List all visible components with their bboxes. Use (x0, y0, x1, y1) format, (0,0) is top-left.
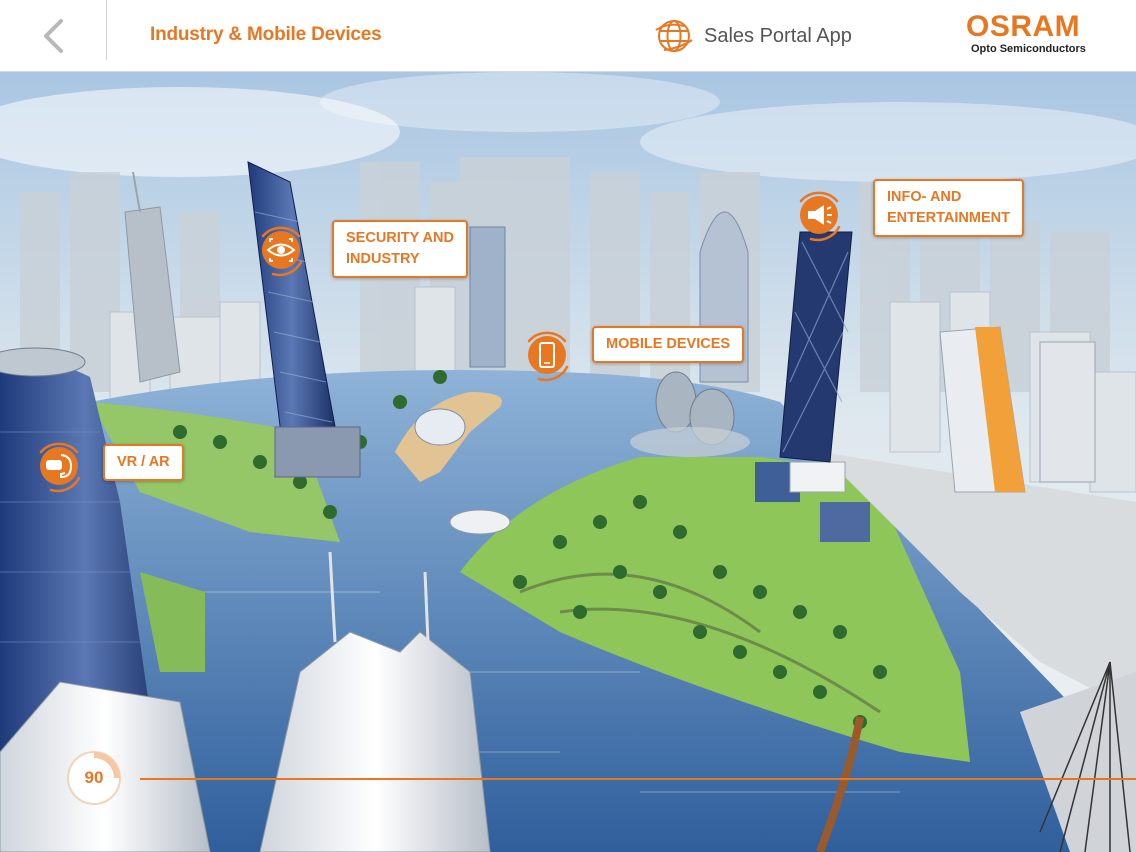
megaphone-icon (799, 191, 841, 242)
label-line-1: MOBILE DEVICES (606, 336, 731, 352)
hotspot-mobile-label[interactable]: MOBILE DEVICES (592, 326, 745, 363)
chevron-left-icon (44, 18, 63, 53)
osram-logo: OSRAM Opto Semiconductors (966, 10, 1086, 56)
hotspot-vr-label[interactable]: VR / AR (103, 444, 184, 481)
label-line-1: VR / AR (117, 454, 170, 470)
label-line-1: SECURITY AND (346, 230, 454, 246)
header-divider (106, 0, 107, 60)
label-line-1: INFO- AND (887, 189, 962, 205)
logo-wordmark: OSRAM (966, 10, 1081, 43)
eye-icon (261, 226, 303, 277)
globe-icon (655, 20, 693, 52)
page-title: Industry & Mobile Devices (150, 24, 382, 45)
app-header: Industry & Mobile Devices Sales Portal A… (0, 0, 1136, 72)
portal-label: Sales Portal App (704, 24, 852, 47)
vr-headset-icon (39, 442, 81, 493)
rotation-degree: 90 (84, 768, 104, 787)
sales-portal-link[interactable]: Sales Portal App (654, 18, 852, 54)
smartphone-icon (527, 331, 569, 382)
hotspot-info-label[interactable]: INFO- AND ENTERTAINMENT (873, 179, 1024, 237)
rotation-track[interactable] (140, 778, 1136, 780)
back-button[interactable] (0, 0, 106, 71)
rotation-dial[interactable]: 90 (66, 750, 122, 806)
label-line-2: ENTERTAINMENT (887, 210, 1010, 226)
city-scene[interactable]: SECURITY AND INDUSTRY INFO- AND ENTERTAI… (0, 72, 1136, 852)
logo-subtitle: Opto Semiconductors (971, 43, 1086, 55)
label-line-2: INDUSTRY (346, 251, 420, 267)
hotspot-security-label[interactable]: SECURITY AND INDUSTRY (332, 220, 468, 278)
